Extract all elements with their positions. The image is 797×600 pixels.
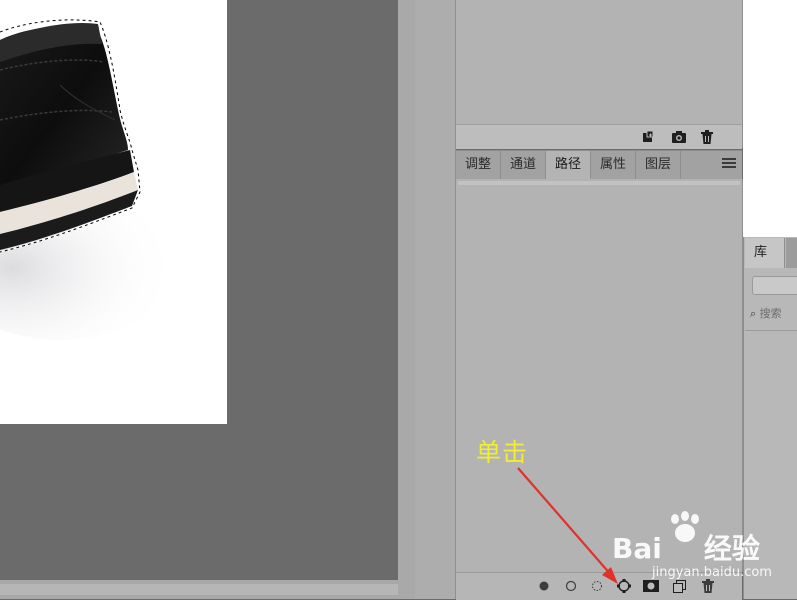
history-panel-footer: [456, 124, 742, 149]
watermark-site: jingyan.baidu.com: [652, 565, 772, 580]
empty-canvas-area: [743, 0, 797, 237]
stroke-path-icon[interactable]: [563, 578, 579, 594]
tab-layers[interactable]: 图层: [636, 151, 681, 179]
new-path-icon[interactable]: [671, 578, 687, 594]
search-icon: ⌕: [750, 307, 757, 320]
tab-channels[interactable]: 通道: [501, 151, 546, 179]
paths-list-divider: [458, 181, 740, 185]
delete-path-icon[interactable]: [700, 578, 716, 594]
tab-adjustments[interactable]: 调整: [456, 151, 501, 179]
watermark-brand: Bai: [612, 532, 662, 565]
library-search-field[interactable]: ⌕ 搜索: [750, 305, 797, 323]
collapsed-panel-dock[interactable]: [415, 0, 456, 599]
hamburger-menu-icon[interactable]: [722, 158, 736, 170]
dock-divider[interactable]: [398, 0, 416, 599]
new-snapshot-icon[interactable]: [640, 129, 656, 145]
add-mask-icon[interactable]: [643, 578, 659, 594]
trash-icon[interactable]: [699, 129, 715, 145]
camera-icon[interactable]: [671, 129, 687, 145]
panel-tab-bar: 调整 通道 路径 属性 图层: [456, 150, 742, 180]
tab-bar-filler: [786, 238, 797, 268]
document-canvas[interactable]: [0, 0, 227, 424]
tab-paths[interactable]: 路径: [546, 151, 591, 179]
fill-path-icon[interactable]: [536, 578, 552, 594]
annotation-label: 单击: [476, 438, 529, 467]
library-select-dropdown[interactable]: [752, 276, 797, 295]
scrollbar-thumb[interactable]: [0, 584, 398, 595]
tab-properties[interactable]: 属性: [591, 151, 636, 179]
shoe-image: [0, 19, 180, 340]
watermark-logo: Bai 经验: [612, 527, 760, 567]
search-placeholder: 搜索: [759, 307, 782, 320]
watermark-brand-suffix: 经验: [703, 532, 760, 565]
tab-libraries[interactable]: 库: [745, 238, 785, 268]
library-divider: [745, 330, 797, 331]
make-work-path-icon[interactable]: [616, 578, 632, 594]
load-selection-icon[interactable]: [589, 578, 605, 594]
